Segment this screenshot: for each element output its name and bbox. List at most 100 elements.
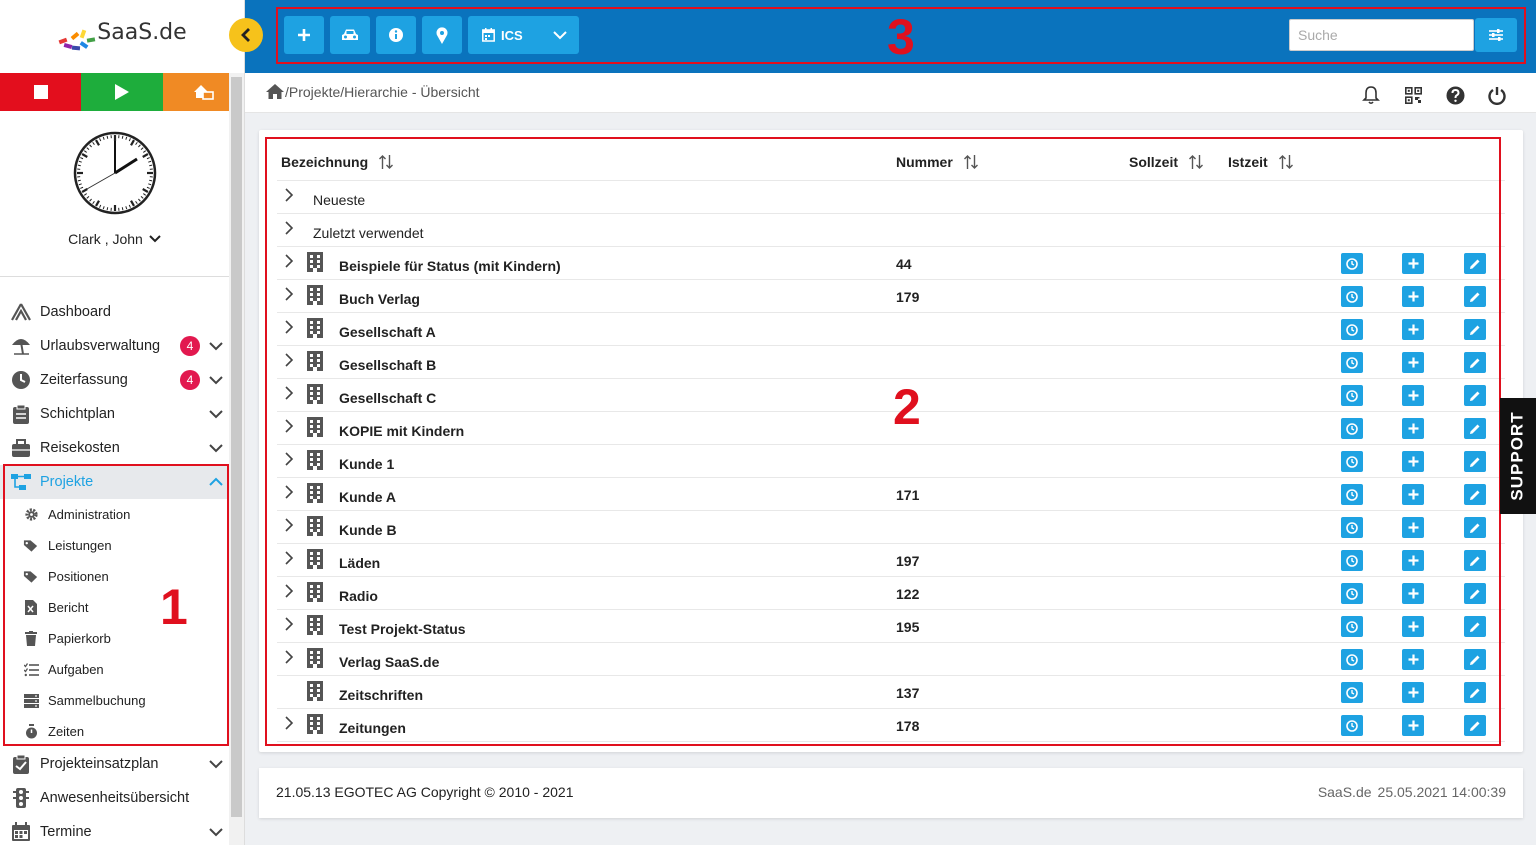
group-row[interactable]: Neueste xyxy=(277,181,1505,214)
sidebar-subitem-zeiten[interactable]: Zeiten xyxy=(0,716,244,747)
project-name[interactable]: Zeitungen xyxy=(339,720,406,736)
time-booking-button[interactable] xyxy=(1341,682,1363,703)
add-subproject-button[interactable] xyxy=(1402,616,1424,637)
chevron-right-icon[interactable] xyxy=(283,485,295,499)
project-name[interactable]: Läden xyxy=(339,555,380,571)
table-row[interactable]: Test Projekt-Status 195 xyxy=(277,610,1505,643)
add-subproject-button[interactable] xyxy=(1402,715,1424,736)
add-subproject-button[interactable] xyxy=(1402,451,1424,472)
edit-project-button[interactable] xyxy=(1464,682,1486,703)
collapse-sidebar-button[interactable] xyxy=(229,18,263,52)
table-row[interactable]: Kunde 1 xyxy=(277,445,1505,478)
table-row[interactable]: KOPIE mit Kindern xyxy=(277,412,1505,445)
edit-project-button[interactable] xyxy=(1464,550,1486,571)
edit-project-button[interactable] xyxy=(1464,616,1486,637)
table-row[interactable]: Zeitungen 178 xyxy=(277,709,1505,742)
add-subproject-button[interactable] xyxy=(1402,253,1424,274)
table-row[interactable]: Zeitschriften 137 xyxy=(277,676,1505,709)
edit-project-button[interactable] xyxy=(1464,319,1486,340)
add-subproject-button[interactable] xyxy=(1402,649,1424,670)
time-booking-button[interactable] xyxy=(1341,715,1363,736)
project-name[interactable]: Test Projekt-Status xyxy=(339,621,466,637)
table-row[interactable]: Gesellschaft A xyxy=(277,313,1505,346)
table-row[interactable]: Verlag SaaS.de xyxy=(277,643,1505,676)
time-booking-button[interactable] xyxy=(1341,319,1363,340)
group-row[interactable]: Zuletzt verwendet xyxy=(277,214,1505,247)
add-subproject-button[interactable] xyxy=(1402,286,1424,307)
sort-icon[interactable] xyxy=(963,154,979,170)
sidebar-item-projekte[interactable]: Projekte xyxy=(0,465,244,499)
time-booking-button[interactable] xyxy=(1341,550,1363,571)
logout-button[interactable] xyxy=(1486,84,1508,106)
filter-settings-button[interactable] xyxy=(1475,18,1517,52)
user-menu[interactable]: Clark , John xyxy=(68,231,161,247)
edit-project-button[interactable] xyxy=(1464,352,1486,373)
chevron-right-icon[interactable] xyxy=(283,221,295,235)
project-name[interactable]: Kunde B xyxy=(339,522,397,538)
project-name[interactable]: Gesellschaft B xyxy=(339,357,436,373)
add-button[interactable] xyxy=(284,16,324,54)
table-row[interactable]: Gesellschaft C xyxy=(277,379,1505,412)
ics-export-button[interactable]: ICS xyxy=(468,16,579,54)
sidebar-subitem-leistungen[interactable]: Leistungen xyxy=(0,530,244,561)
sidebar-item-dashboard[interactable]: Dashboard xyxy=(0,295,244,329)
sort-icon[interactable] xyxy=(1188,154,1204,170)
project-name[interactable]: Kunde 1 xyxy=(339,456,394,472)
chevron-right-icon[interactable] xyxy=(283,551,295,565)
sidebar-item-zeiterfassung[interactable]: Zeiterfassung 4 xyxy=(0,363,244,397)
chevron-down-icon[interactable] xyxy=(552,30,567,40)
time-booking-button[interactable] xyxy=(1341,484,1363,505)
sidebar-subitem-administration[interactable]: Administration xyxy=(0,499,244,530)
scrollbar-thumb[interactable] xyxy=(231,77,242,817)
table-row[interactable]: Kunde B xyxy=(277,511,1505,544)
edit-project-button[interactable] xyxy=(1464,649,1486,670)
time-booking-button[interactable] xyxy=(1341,286,1363,307)
chevron-down-icon[interactable] xyxy=(208,338,224,354)
add-subproject-button[interactable] xyxy=(1402,484,1424,505)
start-button[interactable] xyxy=(81,73,163,111)
add-subproject-button[interactable] xyxy=(1402,319,1424,340)
project-name[interactable]: Kunde A xyxy=(339,489,396,505)
time-booking-button[interactable] xyxy=(1341,253,1363,274)
sidebar-subitem-aufgaben[interactable]: Aufgaben xyxy=(0,654,244,685)
chevron-right-icon[interactable] xyxy=(283,188,295,202)
chevron-right-icon[interactable] xyxy=(283,353,295,367)
project-name[interactable]: Beispiele für Status (mit Kindern) xyxy=(339,258,561,274)
chevron-right-icon[interactable] xyxy=(283,452,295,466)
project-name[interactable]: Buch Verlag xyxy=(339,291,420,307)
project-name[interactable]: Gesellschaft C xyxy=(339,390,436,406)
time-booking-button[interactable] xyxy=(1341,451,1363,472)
edit-project-button[interactable] xyxy=(1464,451,1486,472)
notifications-button[interactable] xyxy=(1360,84,1382,106)
chevron-down-icon[interactable] xyxy=(208,440,224,456)
chevron-down-icon[interactable] xyxy=(208,372,224,388)
location-button[interactable] xyxy=(422,16,462,54)
home-icon[interactable] xyxy=(265,83,285,100)
stop-button[interactable] xyxy=(0,73,82,111)
time-booking-button[interactable] xyxy=(1341,517,1363,538)
sort-icon[interactable] xyxy=(378,154,394,170)
add-subproject-button[interactable] xyxy=(1402,385,1424,406)
edit-project-button[interactable] xyxy=(1464,418,1486,439)
sidebar-item-urlaubsverwaltung[interactable]: Urlaubsverwaltung 4 xyxy=(0,329,244,363)
qr-code-button[interactable] xyxy=(1402,84,1424,106)
info-button[interactable] xyxy=(376,16,416,54)
table-row[interactable]: Beispiele für Status (mit Kindern) 44 xyxy=(277,247,1505,280)
chevron-right-icon[interactable] xyxy=(283,617,295,631)
time-booking-button[interactable] xyxy=(1341,649,1363,670)
edit-project-button[interactable] xyxy=(1464,484,1486,505)
column-header-target-time[interactable]: Sollzeit xyxy=(1129,154,1204,170)
sort-icon[interactable] xyxy=(1278,154,1294,170)
add-subproject-button[interactable] xyxy=(1402,418,1424,439)
chevron-down-icon[interactable] xyxy=(208,756,224,772)
edit-project-button[interactable] xyxy=(1464,253,1486,274)
chevron-right-icon[interactable] xyxy=(283,518,295,532)
add-subproject-button[interactable] xyxy=(1402,583,1424,604)
saas-logo[interactable]: SaaS.de xyxy=(57,20,187,53)
sidebar-item-projekteinsatzplan[interactable]: Projekteinsatzplan xyxy=(0,747,244,781)
add-subproject-button[interactable] xyxy=(1402,682,1424,703)
edit-project-button[interactable] xyxy=(1464,715,1486,736)
sidebar-item-schichtplan[interactable]: Schichtplan xyxy=(0,397,244,431)
column-header-actual-time[interactable]: Istzeit xyxy=(1228,154,1294,170)
edit-project-button[interactable] xyxy=(1464,385,1486,406)
